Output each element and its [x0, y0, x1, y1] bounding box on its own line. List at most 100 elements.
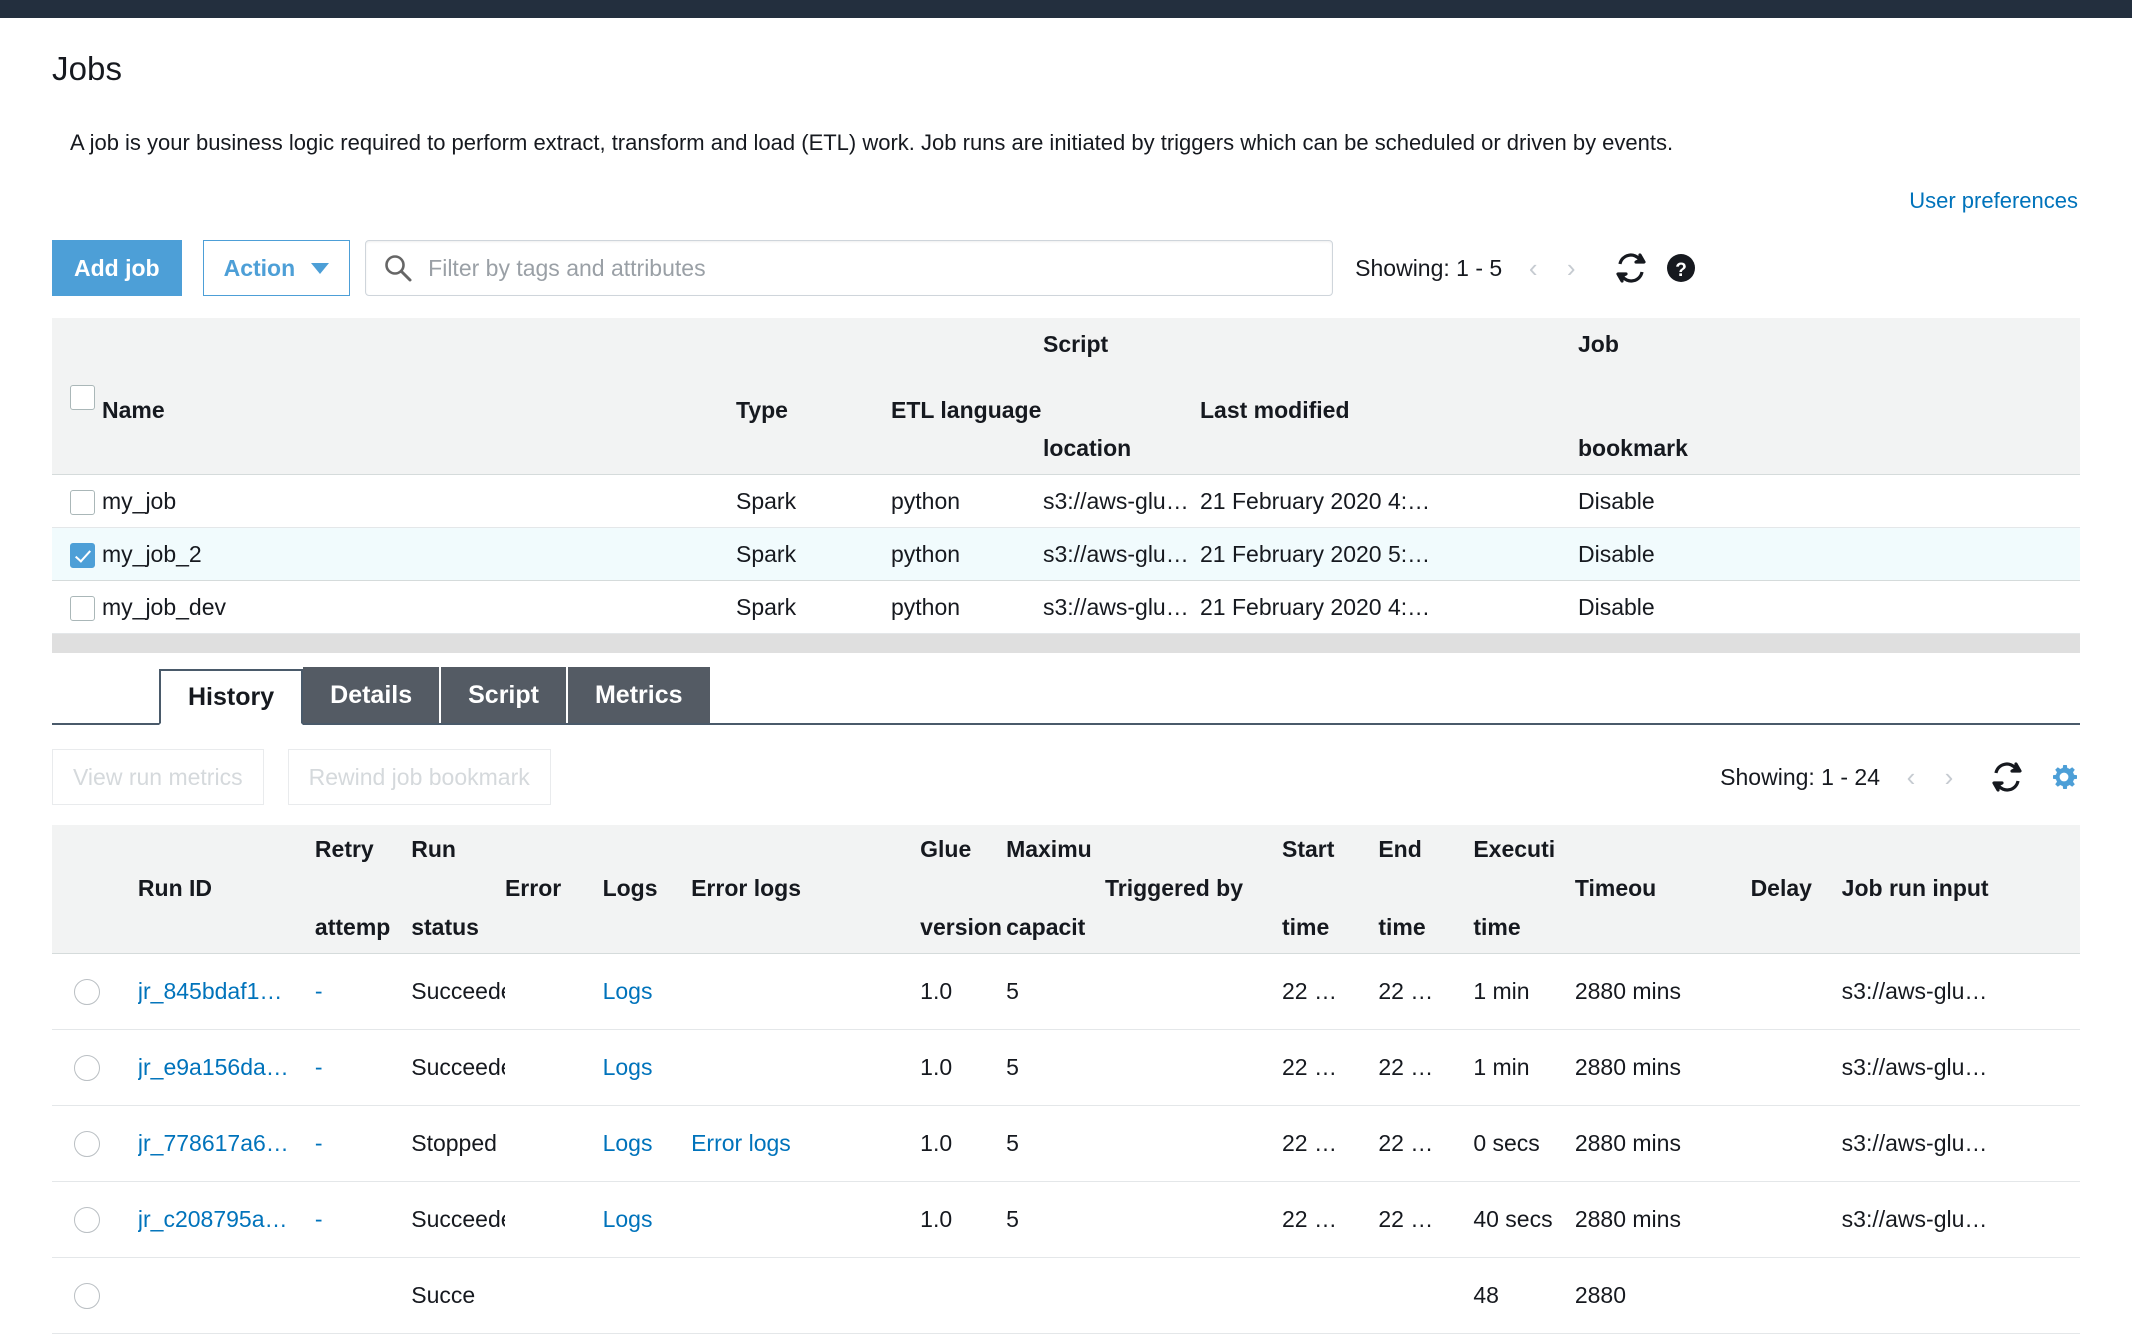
history-col-run-id-line1 [138, 830, 307, 869]
job-name-cell: my_job [102, 475, 736, 528]
history-col-job-run-input-line1 [1842, 830, 2072, 869]
job-row-checkbox[interactable] [70, 490, 95, 515]
tab-script[interactable]: Script [441, 667, 568, 723]
retry-attempts-cell-link[interactable]: - [315, 1206, 323, 1232]
jobs-table-row[interactable]: my_job_devSparkpythons3://aws-glu…21 Feb… [52, 581, 2080, 634]
history-col-error-logs-line2: Error logs [691, 869, 912, 908]
job-row-checkbox[interactable] [70, 596, 95, 621]
retry-attempts-cell: - [315, 1105, 411, 1181]
history-table-row[interactable]: jr_c208795a…-SucceededLogs1.0522 …22 …40… [52, 1181, 2080, 1257]
history-col-glueversion-line2 [920, 869, 998, 908]
jobs-col-name[interactable]: Name [102, 318, 736, 475]
history-row-select-cell [52, 1105, 138, 1181]
history-col-executitime[interactable]: Executi time [1473, 825, 1575, 953]
search-input[interactable] [365, 240, 1333, 296]
history-col-job-run-input-line3 [1842, 908, 2072, 947]
history-col-error[interactable]: Error [505, 825, 603, 953]
history-col-logs-line2: Logs [603, 869, 684, 908]
run-id-cell-link[interactable]: jr_845bdaf1… [138, 978, 283, 1004]
job-type-cell: Spark [736, 581, 891, 634]
tab-metrics[interactable]: Metrics [568, 667, 712, 723]
jobs-col-job-bookmark[interactable]: Job bookmark [1578, 318, 2080, 475]
rewind-job-bookmark-button[interactable]: Rewind job bookmark [288, 749, 551, 805]
chevron-down-icon [311, 263, 329, 274]
run-id-cell-link[interactable]: jr_778617a6… [138, 1130, 289, 1156]
delay-cell [1751, 1257, 1842, 1333]
jobs-col-script-location[interactable]: Script location [1043, 318, 1200, 475]
add-job-button[interactable]: Add job [52, 240, 182, 296]
history-table-row[interactable]: jr_e9a156da…-SucceededLogs1.0522 …22 …1 … [52, 1029, 2080, 1105]
job-etl-language-cell: python [891, 581, 1043, 634]
tab-history[interactable]: History [159, 669, 303, 725]
retry-attempts-cell-link[interactable]: - [315, 978, 323, 1004]
run-status-cell: Succe [411, 1257, 505, 1333]
view-run-metrics-button[interactable]: View run metrics [52, 749, 264, 805]
retry-attempts-cell: - [315, 1181, 411, 1257]
run-id-cell: jr_e9a156da… [138, 1029, 315, 1105]
job-row-checkbox[interactable] [70, 543, 95, 568]
history-col-endtime-line2 [1378, 869, 1465, 908]
history-col-delay[interactable]: Delay [1751, 825, 1842, 953]
tab-details[interactable]: Details [303, 667, 441, 723]
run-row-radio[interactable] [74, 1131, 100, 1157]
jobs-table-row[interactable]: my_jobSparkpythons3://aws-glu…21 Februar… [52, 475, 2080, 528]
logs-cell-link[interactable]: Logs [603, 978, 653, 1004]
jobs-table-row[interactable]: my_job_2Sparkpythons3://aws-glu…21 Febru… [52, 528, 2080, 581]
run-row-radio[interactable] [74, 1283, 100, 1309]
end-time-cell [1378, 1257, 1473, 1333]
history-next-page-button[interactable]: › [1930, 762, 1968, 793]
help-icon[interactable]: ? [1664, 251, 1698, 285]
history-col-logs-line1 [603, 830, 684, 869]
gear-icon[interactable] [2048, 761, 2080, 793]
history-refresh-icon[interactable] [1990, 760, 2024, 794]
jobs-col-type[interactable]: Type [736, 318, 891, 475]
history-col-starttime-line1: Start [1282, 830, 1370, 869]
history-col-endtime[interactable]: End time [1378, 825, 1473, 953]
history-col-triggered-by[interactable]: Triggered by [1105, 825, 1282, 953]
logs-cell-link[interactable]: Logs [603, 1206, 653, 1232]
jobs-prev-page-button[interactable]: ‹ [1514, 253, 1552, 284]
jobs-col-last-modified[interactable]: Last modified [1200, 318, 1578, 475]
run-id-cell: jr_778617a6… [138, 1105, 315, 1181]
retry-attempts-cell-link[interactable]: - [315, 1054, 323, 1080]
logs-cell-link[interactable]: Logs [603, 1130, 653, 1156]
run-row-radio[interactable] [74, 1055, 100, 1081]
history-col-timeou-line2: Timeou [1575, 869, 1743, 908]
history-table-row[interactable]: jr_845bdaf1…-SucceededLogs1.0522 …22 …1 … [52, 953, 2080, 1029]
history-col-runstatus-line1: Run [411, 830, 497, 869]
history-table-row[interactable]: jr_778617a6…-StoppedLogsError logs1.0522… [52, 1105, 2080, 1181]
history-col-run-id[interactable]: Run ID [138, 825, 315, 953]
jobs-refresh-icon[interactable] [1614, 251, 1648, 285]
history-col-maximucapacit[interactable]: Maximu capacit [1006, 825, 1105, 953]
jobs-table-horizontal-scrollbar[interactable] [52, 634, 2080, 653]
error-cell [505, 1105, 603, 1181]
history-col-error-line3 [505, 908, 595, 947]
delay-cell [1751, 953, 1842, 1029]
history-col-retryattemp[interactable]: Retry attemp [315, 825, 411, 953]
retry-attempts-cell [315, 1257, 411, 1333]
history-col-logs[interactable]: Logs [603, 825, 692, 953]
user-preferences-link[interactable]: User preferences [1909, 188, 2078, 213]
history-col-starttime[interactable]: Start time [1282, 825, 1378, 953]
error-logs-cell-link[interactable]: Error logs [691, 1130, 791, 1156]
jobs-col-etl-language[interactable]: ETL language [891, 318, 1043, 475]
history-col-glueversion[interactable]: Glue version [920, 825, 1006, 953]
job-script-location-cell: s3://aws-glu… [1043, 528, 1200, 581]
history-col-job-run-input[interactable]: Job run input [1842, 825, 2080, 953]
history-prev-page-button[interactable]: ‹ [1892, 762, 1930, 793]
jobs-next-page-button[interactable]: › [1552, 253, 1590, 284]
logs-cell: Logs [603, 1181, 692, 1257]
run-id-cell-link[interactable]: jr_e9a156da… [138, 1054, 289, 1080]
history-col-timeou[interactable]: Timeou [1575, 825, 1751, 953]
action-dropdown-button[interactable]: Action [203, 240, 351, 296]
retry-attempts-cell-link[interactable]: - [315, 1130, 323, 1156]
history-col-runstatus[interactable]: Run status [411, 825, 505, 953]
run-row-radio[interactable] [74, 979, 100, 1005]
select-all-checkbox[interactable] [70, 385, 95, 410]
history-table-row[interactable]: Succe482880 [52, 1257, 2080, 1333]
run-id-cell-link[interactable]: jr_c208795a… [138, 1206, 288, 1232]
logs-cell-link[interactable]: Logs [603, 1054, 653, 1080]
run-row-radio[interactable] [74, 1207, 100, 1233]
execution-time-cell: 48 [1473, 1257, 1575, 1333]
history-col-error-logs[interactable]: Error logs [691, 825, 920, 953]
